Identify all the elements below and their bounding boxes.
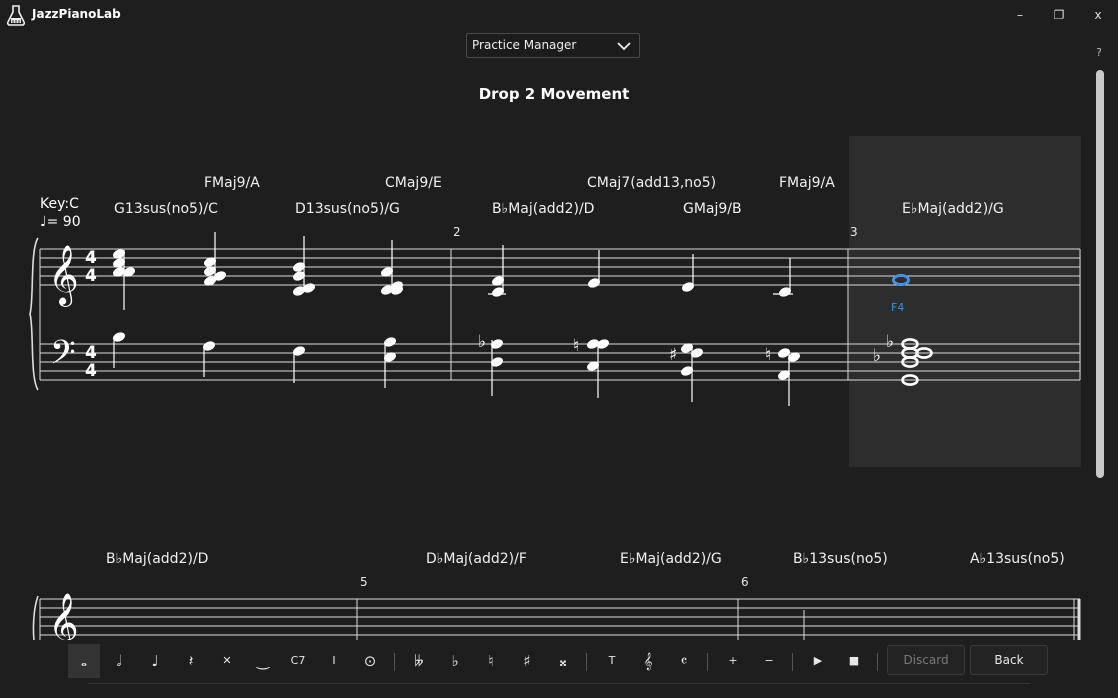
chord-symbol[interactable]: FMaj9/A [779, 175, 835, 191]
zoom-out-button[interactable]: − [753, 644, 785, 678]
row2-brace [32, 595, 39, 640]
rest-button[interactable]: 𝄽 [175, 644, 207, 678]
play-button[interactable]: ▶ [802, 644, 834, 678]
toolbar-divider [792, 653, 793, 671]
measure-1-treble [123, 232, 393, 310]
back-button[interactable]: Back [970, 645, 1048, 675]
note-heads[interactable] [111, 247, 405, 298]
chord-symbol[interactable]: E♭Maj(add2)/G [620, 551, 722, 567]
measure-number: 6 [741, 575, 749, 589]
toolbar-divider [707, 653, 708, 671]
toolbar-divider [877, 653, 878, 671]
quarter-note-button[interactable]: ♩ [139, 644, 171, 678]
measure-2-treble [488, 245, 793, 295]
tie-button[interactable]: ‿ [247, 644, 279, 678]
whole-note-button[interactable]: 𝅝 [68, 644, 100, 678]
svg-text:4: 4 [85, 248, 97, 268]
double-flat-button[interactable]: 𝄫 [403, 644, 435, 678]
double-sharp-button[interactable]: 𝄪 [547, 644, 579, 678]
chord-symbol[interactable]: D♭Maj(add2)/F [426, 551, 527, 567]
measure-number: 5 [360, 575, 368, 589]
fermata-button[interactable]: ⊙ [354, 644, 386, 678]
chord-symbol[interactable]: B♭13sus(no5) [793, 551, 888, 567]
measure-number: 2 [453, 225, 461, 239]
time-signature: 44 44 [85, 248, 97, 381]
svg-text:♭: ♭ [873, 346, 881, 366]
score-title: Drop 2 Movement [479, 85, 630, 103]
svg-text:♮: ♮ [573, 336, 579, 356]
treble-clef-icon: 𝄞 [48, 593, 79, 640]
toolbar-divider [586, 653, 587, 671]
natural-button[interactable]: ♮ [475, 644, 507, 678]
grand-staff-brace [29, 237, 39, 391]
tempo-label: ♩= 90 [40, 214, 81, 230]
flat-button[interactable]: ♭ [439, 644, 471, 678]
zoom-in-button[interactable]: + [717, 644, 749, 678]
note-heads[interactable] [111, 330, 398, 364]
svg-text:4: 4 [85, 266, 97, 286]
sharp-button[interactable]: ♯ [511, 644, 543, 678]
chord-symbol[interactable]: FMaj9/A [204, 175, 260, 191]
help-button[interactable]: ? [1092, 46, 1106, 59]
chord-symbol[interactable]: D13sus(no5)/G [295, 201, 400, 217]
chord-symbol[interactable]: CMaj7(add13,no5) [587, 175, 716, 191]
delete-note-button[interactable]: ✕ [211, 644, 243, 678]
selected-measure-highlight[interactable] [849, 136, 1081, 467]
svg-text:4: 4 [85, 343, 97, 363]
chord-symbol[interactable]: G13sus(no5)/C [114, 201, 218, 217]
time-signature-button[interactable]: 𝄴 [668, 644, 700, 678]
measure-number: 3 [850, 225, 858, 239]
measure-2-bass [491, 340, 790, 406]
stop-button[interactable]: ■ [838, 644, 870, 678]
chord-symbol[interactable]: CMaj9/E [385, 175, 442, 191]
half-note-button[interactable]: 𝅗𝅥 [103, 644, 135, 678]
note-input-toolbar: 𝅝 𝅗𝅥 ♩ 𝄽 ✕ ‿ C7 I ⊙ 𝄫 ♭ ♮ ♯ 𝄪 T 𝄞 𝄴 + − … [64, 643, 1060, 681]
toolbar-divider [394, 653, 395, 671]
discard-button[interactable]: Discard [887, 645, 965, 675]
svg-text:♭: ♭ [886, 332, 894, 352]
svg-text:♯: ♯ [669, 345, 677, 365]
toolbar-bottom-rule [88, 683, 1030, 684]
bass-clef-icon: 𝄢 [50, 334, 76, 380]
chord-symbol[interactable]: A♭13sus(no5) [970, 551, 1065, 567]
svg-text:♮: ♮ [765, 345, 771, 365]
treble-clef-icon: 𝄞 [48, 245, 79, 307]
key-label: Key:C [40, 196, 79, 212]
selected-note-label: F4 [891, 301, 904, 314]
note-heads[interactable] [490, 274, 793, 299]
chord-symbol[interactable]: B♭Maj(add2)/D [492, 201, 594, 217]
chord-symbol[interactable]: B♭Maj(add2)/D [106, 551, 208, 567]
text-cursor-button[interactable]: I [318, 644, 350, 678]
score-canvas: Drop 2 Movement Key:C ♩= 90 FMaj9/A CMaj… [29, 85, 1081, 640]
chord-symbol[interactable]: E♭Maj(add2)/G [902, 201, 1004, 217]
vertical-scrollbar[interactable] [1096, 70, 1104, 478]
text-button[interactable]: T [596, 644, 628, 678]
chord-symbol[interactable]: GMaj9/B [683, 201, 742, 217]
svg-text:♭: ♭ [478, 332, 486, 352]
svg-text:4: 4 [85, 361, 97, 381]
chord-symbol-button[interactable]: C7 [282, 644, 314, 678]
clef-button[interactable]: 𝄞 [632, 644, 664, 678]
row2-treble-staff [39, 598, 1081, 640]
